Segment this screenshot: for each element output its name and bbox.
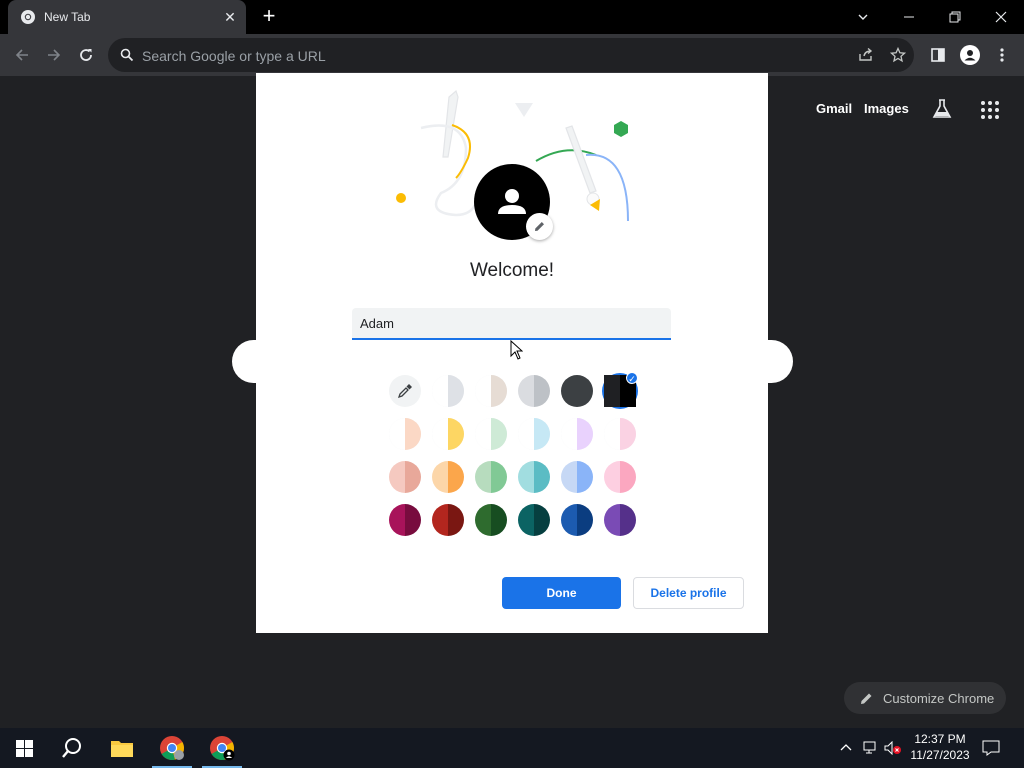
color-swatch-r2-c3[interactable] <box>475 418 507 450</box>
color-swatch-r1-c4[interactable] <box>518 375 550 407</box>
system-clock[interactable]: 12:37 PM 11/27/2023 <box>906 731 974 763</box>
color-swatch-r1-c5[interactable] <box>561 375 593 407</box>
bookmark-star-icon[interactable] <box>890 47 906 63</box>
pencil-icon <box>861 693 872 704</box>
color-swatch-r1-c2[interactable] <box>432 375 464 407</box>
taskbar-search-button[interactable] <box>48 728 96 768</box>
profile-name-input[interactable] <box>352 308 671 340</box>
tab-close-icon[interactable]: ✕ <box>222 9 238 25</box>
done-button[interactable]: Done <box>502 577 621 609</box>
edit-avatar-button[interactable] <box>526 213 553 240</box>
color-swatch-r3-c2[interactable] <box>432 461 464 493</box>
color-swatch-r4-c4[interactable] <box>518 504 550 536</box>
omnibox[interactable]: Search Google or type a URL <box>108 38 914 72</box>
color-swatch-r2-c4[interactable] <box>518 418 550 450</box>
search-icon <box>120 48 134 62</box>
tray-chevron-up-icon[interactable] <box>840 742 852 754</box>
network-icon[interactable] <box>862 739 880 757</box>
notifications-icon[interactable] <box>982 739 1000 757</box>
folder-icon <box>111 741 133 757</box>
color-swatch-r2-c1[interactable] <box>389 418 421 450</box>
color-swatch-r4-c3[interactable] <box>475 504 507 536</box>
windows-taskbar: 12:37 PM 11/27/2023 <box>0 728 1024 768</box>
color-swatch-r1-c3[interactable] <box>475 375 507 407</box>
chrome-favicon-icon <box>21 10 35 24</box>
chrome-icon <box>160 736 184 760</box>
search-icon <box>62 738 81 758</box>
title-bar: New Tab ✕ + <box>0 0 1024 34</box>
welcome-title: Welcome! <box>469 260 555 281</box>
back-button[interactable] <box>8 41 36 69</box>
color-swatch-r3-c6[interactable] <box>604 461 636 493</box>
chrome-menu-button[interactable] <box>988 41 1016 69</box>
chrome-profile-icon <box>210 736 235 761</box>
color-swatch-r4-c1[interactable] <box>389 504 421 536</box>
taskbar-chrome-2[interactable] <box>198 728 246 768</box>
minimize-button[interactable] <box>886 0 932 34</box>
profile-avatar-button[interactable] <box>956 41 984 69</box>
close-window-button[interactable] <box>978 0 1024 34</box>
eyedropper-icon <box>397 384 412 399</box>
windows-logo-icon <box>15 739 33 757</box>
color-swatch-r2-c2[interactable] <box>432 418 464 450</box>
side-panel-button[interactable] <box>924 41 952 69</box>
share-icon[interactable] <box>858 48 874 62</box>
color-swatch-r3-c3[interactable] <box>475 461 507 493</box>
color-swatch-r3-c1[interactable] <box>389 461 421 493</box>
tab-title: New Tab <box>44 10 91 24</box>
taskbar-file-explorer[interactable] <box>98 728 146 768</box>
customize-chrome-button[interactable]: Customize Chrome <box>844 682 1006 714</box>
mouse-cursor-icon <box>510 340 523 360</box>
labs-flask-icon[interactable] <box>932 98 952 120</box>
delete-profile-button[interactable]: Delete profile <box>633 577 744 609</box>
tab-search-chevron-icon[interactable] <box>840 0 886 34</box>
new-tab-button[interactable]: + <box>258 5 280 28</box>
volume-muted-icon[interactable] <box>884 739 902 757</box>
color-swatch-r2-c6[interactable] <box>604 418 636 450</box>
forward-button[interactable] <box>40 41 68 69</box>
color-swatch-r3-c4[interactable] <box>518 461 550 493</box>
color-swatch-r4-c6[interactable] <box>604 504 636 536</box>
color-swatch-r3-c5[interactable] <box>561 461 593 493</box>
clock-time: 12:37 PM <box>914 732 966 746</box>
tab-new-tab[interactable]: New Tab ✕ <box>8 0 246 34</box>
taskbar-chrome-1[interactable] <box>148 728 196 768</box>
color-swatch-r4-c5[interactable] <box>561 504 593 536</box>
windows-start-button[interactable] <box>0 728 48 768</box>
clock-date: 11/27/2023 <box>910 748 970 762</box>
reload-button[interactable] <box>72 41 100 69</box>
customize-label: Customize Chrome <box>883 690 995 706</box>
color-swatch-r2-c5[interactable] <box>561 418 593 450</box>
omnibox-placeholder: Search Google or type a URL <box>142 48 326 64</box>
pencil-icon <box>535 222 544 231</box>
restore-button[interactable] <box>932 0 978 34</box>
custom-color-picker-button[interactable] <box>389 375 421 407</box>
color-swatch-r4-c2[interactable] <box>432 504 464 536</box>
apps-grid-icon[interactable] <box>981 101 999 119</box>
gmail-link[interactable]: Gmail <box>816 101 852 116</box>
browser-toolbar: Search Google or type a URL <box>0 34 1024 76</box>
images-link[interactable]: Images <box>864 101 909 116</box>
selected-check-icon: ✓ <box>626 372 638 384</box>
